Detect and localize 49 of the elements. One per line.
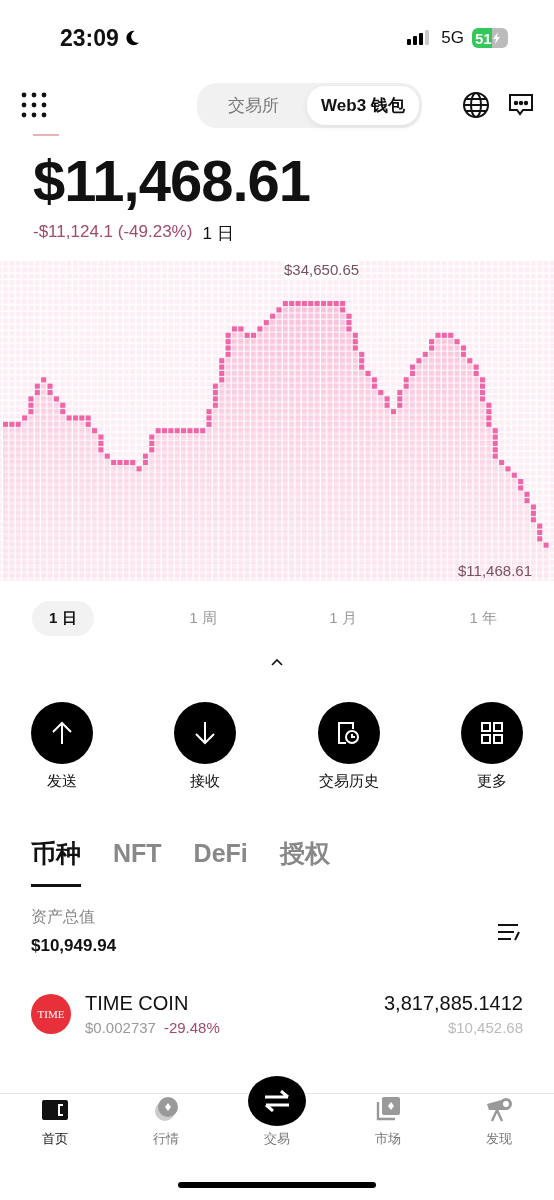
chart-low-label: $11,468.61 xyxy=(458,562,532,579)
nav-tab[interactable]: 发现 xyxy=(453,1094,544,1156)
token-price: $0.002737 xyxy=(85,1019,156,1036)
token-name: TIME COIN xyxy=(85,992,190,1015)
balance-amount: $11,468.61 xyxy=(33,147,312,215)
globe-icon[interactable] xyxy=(462,91,490,119)
action-label: 发送 xyxy=(47,772,77,791)
period-tab[interactable]: 1 年 xyxy=(452,601,514,636)
action-label: 接收 xyxy=(190,772,221,791)
segment-tab[interactable]: Web3 钱包 xyxy=(307,85,419,125)
wallet-icon xyxy=(41,1098,70,1122)
asset-tab[interactable]: 币种 xyxy=(31,837,81,887)
token-change: -29.48% xyxy=(163,1019,220,1036)
cards-icon xyxy=(374,1096,401,1122)
grid-icon xyxy=(480,721,504,745)
nav-tab[interactable]: 交易 xyxy=(232,1076,322,1156)
period-tab[interactable]: 1 月 xyxy=(312,601,374,636)
chart-high-label: $34,650.65 xyxy=(284,261,360,278)
menu-icon[interactable] xyxy=(21,92,47,118)
document-clock-icon xyxy=(336,721,361,745)
battery-indicator: 51 xyxy=(472,28,508,48)
status-time: 23:09 xyxy=(60,24,119,52)
change-period: 1 日 xyxy=(202,223,234,245)
network-label: 5G xyxy=(441,28,464,48)
total-label: 资产总值 xyxy=(31,907,96,927)
coin-icon xyxy=(152,1096,181,1122)
total-value: $10,949.94 xyxy=(31,936,117,956)
message-icon[interactable] xyxy=(508,92,534,118)
token-value: $10,452.68 xyxy=(447,1019,523,1036)
nav-tab[interactable]: 行情 xyxy=(121,1094,212,1156)
period-tab[interactable]: 1 周 xyxy=(172,601,234,636)
action-label: 交易历史 xyxy=(318,772,379,791)
period-tab[interactable]: 1 日 xyxy=(32,601,94,636)
chevron-up-icon[interactable] xyxy=(271,658,283,666)
sort-icon[interactable] xyxy=(497,921,521,942)
telescope-icon xyxy=(484,1096,513,1122)
asset-tab[interactable]: DeFi xyxy=(193,837,248,887)
arrow-up-icon xyxy=(51,721,73,745)
segment-tab[interactable]: 交易所 xyxy=(200,85,308,125)
nav-tab[interactable]: 市场 xyxy=(342,1094,433,1156)
asset-tab[interactable]: NFT xyxy=(113,837,162,887)
asset-tab[interactable]: 授权 xyxy=(279,837,330,887)
token-row[interactable]: TIME TIME COIN $0.002737 -29.48% 3,817,885.1412 $10,452.68 xyxy=(0,956,554,1036)
balance-change: -$11,124.1 (-49.23%) xyxy=(33,222,193,243)
arrow-down-icon xyxy=(194,721,217,745)
token-logo: TIME xyxy=(31,994,71,1034)
nav-tab[interactable]: 首页 xyxy=(10,1094,101,1156)
token-amount: 3,817,885.1412 xyxy=(383,992,523,1015)
action-label: 更多 xyxy=(477,772,507,791)
